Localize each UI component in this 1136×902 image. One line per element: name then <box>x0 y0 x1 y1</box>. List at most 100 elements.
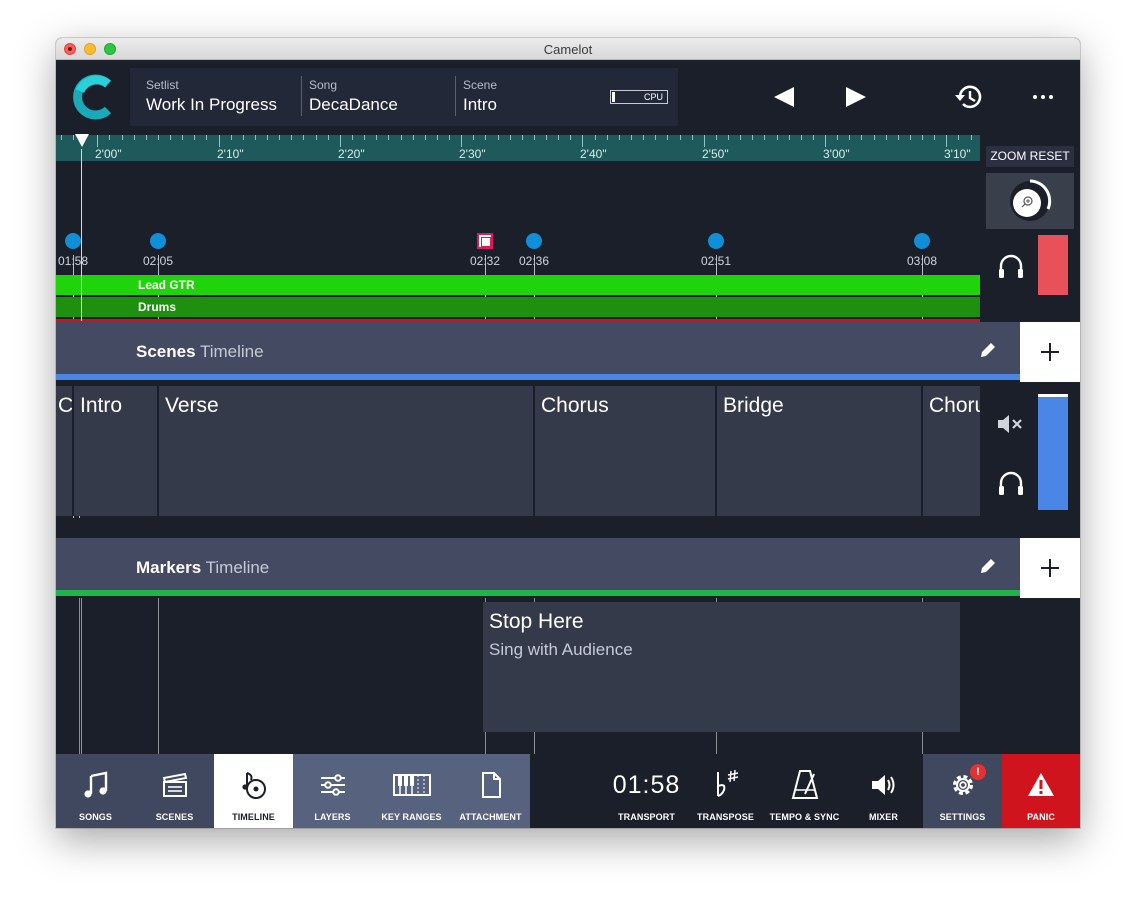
ruler-tick <box>680 135 681 140</box>
scene-block[interactable]: Verse <box>159 386 533 516</box>
divider <box>455 76 456 116</box>
transport-label: TRANSPORT <box>618 812 675 822</box>
ruler-tick <box>461 135 462 147</box>
add-scene-button[interactable] <box>1020 322 1080 382</box>
ruler-label: 3'10" <box>944 147 971 161</box>
piano-keys-icon <box>392 774 431 796</box>
edit-scenes-icon[interactable] <box>978 340 998 360</box>
previous-song-icon[interactable] <box>766 80 802 114</box>
layers-tab-label: LAYERS <box>314 812 351 822</box>
ruler-tick <box>958 135 959 140</box>
settings-alert-badge: ! <box>970 764 986 780</box>
ruler-tick <box>328 135 329 140</box>
panic-button[interactable]: PANIC <box>1002 754 1080 828</box>
timeline-guide-line <box>158 598 159 754</box>
scenes-accent-line <box>56 374 1020 380</box>
time-ruler[interactable]: 2'00" 2'10" 2'20" 2'30" 2'40" 2'50" 3'00" 3'10" <box>56 135 980 161</box>
scene-block[interactable]: Bridge <box>717 386 921 516</box>
ruler-tick <box>667 135 668 140</box>
tempo-sync-button[interactable]: TEMPO & SYNC <box>765 754 844 828</box>
headphones-icon[interactable] <box>996 468 1026 498</box>
layers-tab[interactable]: LAYERS <box>293 754 372 828</box>
scene-marker[interactable] <box>65 233 81 249</box>
ruler-tick <box>946 135 947 147</box>
ruler-tick <box>910 135 911 140</box>
bottom-toolbar: SONGS SCENES TIMELINE LAYERS KEY RANGES … <box>56 754 1080 828</box>
ruler-tick <box>777 135 778 140</box>
ruler-tick <box>934 135 935 140</box>
transpose-label: TRANSPOSE <box>697 812 754 822</box>
ruler-tick <box>752 135 753 140</box>
ruler-tick <box>352 135 353 140</box>
ruler-tick <box>570 135 571 140</box>
cpu-meter-fill <box>612 92 615 102</box>
ruler-tick <box>861 135 862 140</box>
attachment-tab[interactable]: ATTACHMENT <box>451 754 530 828</box>
ruler-tick <box>728 135 729 140</box>
scene-marker[interactable] <box>914 233 930 249</box>
ruler-tick <box>376 135 377 140</box>
song-info-panel[interactable]: Setlist Work In Progress Song DecaDance … <box>130 68 678 126</box>
ruler-tick <box>813 135 814 140</box>
scenes-lane[interactable]: CIntroVerseChorusBridgeChorus <box>56 382 980 518</box>
plus-icon <box>1041 343 1059 361</box>
ruler-tick <box>874 135 875 140</box>
playhead-handle-icon[interactable] <box>74 133 90 149</box>
scene-marker[interactable] <box>150 233 166 249</box>
marker-time-label: 02:51 <box>701 254 732 268</box>
scene-block[interactable]: Intro <box>74 386 157 516</box>
next-song-icon[interactable] <box>838 80 874 114</box>
transport-time: 01:58 <box>612 770 681 799</box>
key-ranges-tab[interactable]: KEY RANGES <box>372 754 451 828</box>
scene-block[interactable]: Chorus <box>923 386 980 516</box>
scene-block[interactable]: C <box>56 386 72 516</box>
track-bar[interactable]: Lead GTR <box>56 275 980 295</box>
marker-card[interactable]: Stop Here Sing with Audience <box>483 602 960 732</box>
marker-time-label: 02:36 <box>519 254 550 268</box>
ruler-tick <box>291 135 292 140</box>
song-info[interactable]: Song DecaDance <box>309 68 398 126</box>
zoom-reset-button[interactable]: ZOOM RESET <box>986 146 1074 167</box>
plus-icon <box>1041 559 1059 577</box>
track-bar[interactable]: Drums <box>56 297 980 317</box>
scene-marker[interactable] <box>526 233 542 249</box>
edit-markers-icon[interactable] <box>978 556 998 576</box>
zoom-knob-icon[interactable] <box>986 173 1074 229</box>
transpose-button[interactable]: TRANSPOSE <box>686 754 765 828</box>
scene-marker[interactable] <box>708 233 724 249</box>
overview-timeline[interactable]: 01:58 02:05 02:32 02:36 02:51 03:08 Lead GTR Dr… <box>56 149 980 339</box>
ruler-tick <box>303 135 304 140</box>
markers-lane[interactable]: Stop Here Sing with Audience <box>56 598 1080 754</box>
ruler-label: 3'00" <box>823 147 850 161</box>
ruler-tick <box>182 135 183 140</box>
stop-marker[interactable] <box>477 233 493 249</box>
mixer-button[interactable]: MIXER <box>844 754 923 828</box>
scenes-tab[interactable]: SCENES <box>135 754 214 828</box>
scenes-section-subtitle: Timeline <box>199 342 264 361</box>
scene-block[interactable]: Chorus <box>535 386 715 516</box>
scenes-section-title: Scenes <box>136 342 196 361</box>
timeline-tab[interactable]: TIMELINE <box>214 754 293 828</box>
mute-icon[interactable] <box>996 412 1026 436</box>
more-options-icon[interactable] <box>1025 80 1061 114</box>
history-icon[interactable] <box>951 80 987 114</box>
settings-button[interactable]: ! SETTINGS <box>923 754 1002 828</box>
songs-tab[interactable]: SONGS <box>56 754 135 828</box>
ruler-tick <box>582 135 583 147</box>
setlist-info[interactable]: Setlist Work In Progress <box>146 68 277 126</box>
ruler-label: 2'50" <box>702 147 729 161</box>
marker-title: Stop Here <box>489 610 584 633</box>
scene-info[interactable]: Scene Intro <box>463 68 497 126</box>
flat-sharp-icon <box>716 769 738 797</box>
warning-icon <box>1028 773 1054 796</box>
headphones-icon[interactable] <box>996 251 1026 281</box>
add-marker-button[interactable] <box>1020 538 1080 598</box>
ruler-tick <box>425 135 426 140</box>
timeline-guide-line <box>81 598 82 754</box>
transport-button[interactable]: 01:58 TRANSPORT <box>607 754 686 828</box>
ruler-tick <box>279 135 280 140</box>
ruler-tick <box>97 135 98 147</box>
ruler-tick <box>206 135 207 140</box>
ruler-tick <box>704 135 705 147</box>
scenes-section-header: Scenes Timeline <box>56 322 1020 374</box>
